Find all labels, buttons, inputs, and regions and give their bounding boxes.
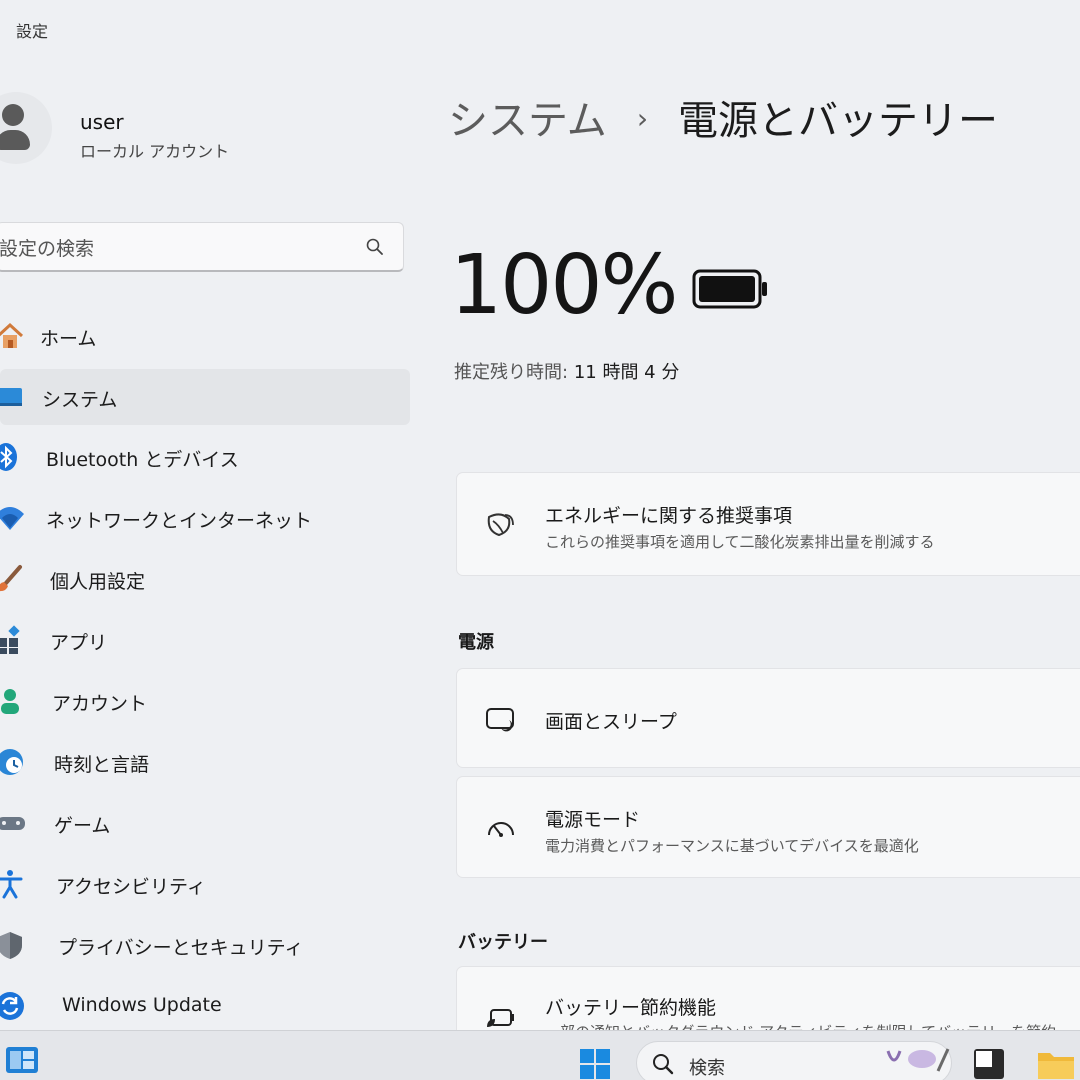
terminal-app-icon[interactable]	[972, 1047, 1006, 1080]
battery-full-icon	[692, 269, 767, 309]
widgets-icon[interactable]	[4, 1045, 40, 1075]
settings-search-input[interactable]: 設定の検索	[0, 222, 404, 272]
sidebar-item-label: Windows Update	[62, 994, 222, 1016]
sidebar-item-label: 個人用設定	[50, 571, 146, 593]
card-title: 画面とスリープ	[545, 711, 677, 733]
monitor-icon	[0, 388, 22, 406]
screen-sleep-icon	[486, 708, 514, 732]
shield-icon	[0, 932, 22, 959]
home-icon	[0, 322, 24, 348]
sidebar-item-privacy[interactable]: プライバシーとセキュリティ	[0, 915, 410, 976]
leaf-icon	[487, 513, 514, 537]
battery-estimate: 推定残り時間: 11 時間 4 分	[454, 358, 679, 384]
sidebar-item-label: Bluetooth とデバイス	[46, 449, 239, 471]
file-explorer-icon[interactable]	[1036, 1047, 1076, 1080]
card-title: エネルギーに関する推奨事項	[545, 505, 793, 527]
card-title: バッテリー節約機能	[545, 997, 717, 1019]
sidebar-item-accessibility[interactable]: アクセシビリティ	[0, 854, 410, 915]
battery-percentage: 100%	[450, 238, 678, 333]
sidebar-item-bluetooth[interactable]: Bluetooth とデバイス	[0, 427, 410, 488]
breadcrumb: システム › 電源とバッテリー	[448, 88, 998, 146]
account-type: ローカル アカウント	[80, 142, 230, 161]
search-icon	[366, 238, 383, 255]
sidebar-item-personalization[interactable]: 個人用設定	[0, 549, 410, 610]
card-subtitle: これらの推奨事項を適用して二酸化炭素排出量を削減する	[545, 533, 935, 551]
app-title: 設定	[16, 22, 49, 41]
sidebar-item-label: ゲーム	[54, 815, 111, 837]
wifi-icon	[0, 507, 24, 530]
energy-recommendations-card[interactable]: エネルギーに関する推奨事項 これらの推奨事項を適用して二酸化炭素排出量を削減する	[456, 472, 1080, 576]
screen-sleep-card[interactable]: 画面とスリープ	[456, 668, 1080, 768]
sidebar-item-accounts[interactable]: アカウント	[0, 671, 410, 732]
sidebar-item-apps[interactable]: アプリ	[0, 610, 410, 671]
sidebar-item-label: ホーム	[40, 328, 97, 350]
update-icon	[0, 992, 24, 1020]
battery-level-fill	[699, 276, 755, 302]
breadcrumb-separator: ›	[636, 102, 649, 135]
sidebar-item-time-language[interactable]: 時刻と言語	[0, 732, 410, 793]
windows-start-icon[interactable]	[578, 1047, 612, 1080]
brush-icon	[0, 565, 22, 592]
gauge-icon	[488, 822, 514, 837]
sidebar-item-label: 時刻と言語	[54, 754, 150, 776]
search-highlight-icon	[886, 1048, 950, 1072]
estimate-value: 11 時間 4 分	[573, 362, 680, 383]
sidebar-item-home[interactable]: ホーム	[0, 306, 410, 367]
taskbar: 検索	[0, 1030, 1080, 1080]
sidebar-item-label: アカウント	[52, 693, 148, 715]
taskbar-search-label: 検索	[689, 1058, 725, 1079]
user-name: user	[80, 110, 124, 134]
card-subtitle: 電力消費とパフォーマンスに基づいてデバイスを最適化	[545, 837, 919, 855]
sidebar-nav: ホーム システム Bluetooth とデバイス ネットワークとインターネット …	[0, 306, 410, 1037]
gamepad-icon	[0, 817, 25, 830]
breadcrumb-parent[interactable]: システム	[448, 98, 607, 144]
globe-clock-icon	[0, 749, 23, 775]
bluetooth-icon	[0, 443, 17, 471]
sidebar-item-windows-update[interactable]: Windows Update	[0, 976, 410, 1037]
page-title: 電源とバッテリー	[678, 98, 999, 144]
sidebar-item-network[interactable]: ネットワークとインターネット	[0, 488, 410, 549]
search-placeholder: 設定の検索	[0, 238, 95, 260]
person-icon	[1, 689, 19, 714]
section-heading-power: 電源	[458, 632, 494, 653]
search-icon	[653, 1054, 674, 1075]
section-heading-battery: バッテリー	[458, 932, 548, 953]
sidebar-item-label: システム	[42, 389, 118, 411]
apps-icon	[0, 625, 20, 654]
sidebar-item-label: アクセシビリティ	[56, 876, 206, 898]
card-title: 電源モード	[545, 809, 641, 831]
power-mode-card[interactable]: 電源モード 電力消費とパフォーマンスに基づいてデバイスを最適化	[456, 776, 1080, 878]
sidebar-item-label: プライバシーとセキュリティ	[58, 937, 304, 959]
sidebar-item-system[interactable]: システム	[0, 369, 410, 425]
sidebar-item-label: ネットワークとインターネット	[46, 510, 313, 532]
accessibility-icon	[0, 870, 23, 899]
avatar	[0, 92, 52, 164]
sidebar-item-gaming[interactable]: ゲーム	[0, 793, 410, 854]
estimate-label: 推定残り時間:	[454, 362, 569, 383]
user-profile[interactable]: user ローカル アカウント	[0, 92, 400, 182]
sidebar-item-label: アプリ	[50, 632, 108, 654]
